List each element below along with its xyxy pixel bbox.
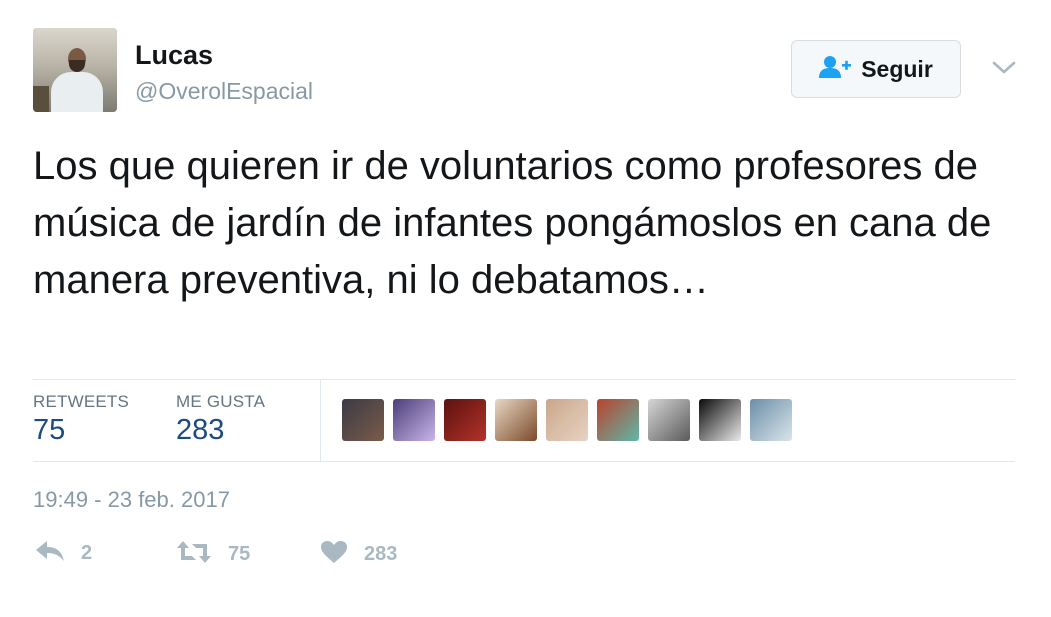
avatar-figure-body [51, 72, 103, 112]
stats-vertical-divider [320, 380, 321, 461]
liker-avatar-4[interactable] [495, 399, 537, 441]
stats-top-divider [33, 379, 1015, 380]
like-button[interactable]: 283 [320, 540, 397, 569]
liker-avatar-9[interactable] [750, 399, 792, 441]
stats-bottom-divider [33, 461, 1015, 462]
likes-value[interactable]: 283 [176, 414, 224, 447]
liker-avatar-1[interactable] [342, 399, 384, 441]
user-avatar[interactable] [33, 28, 117, 112]
retweets-label[interactable]: RETWEETS [33, 392, 129, 412]
follow-button-label: Seguir [861, 55, 933, 82]
follow-button[interactable]: Seguir [791, 40, 961, 98]
likes-label[interactable]: ME GUSTA [176, 392, 265, 412]
reply-count: 2 [81, 542, 93, 564]
avatar-detail [33, 86, 49, 112]
tweet-text: Los que quieren ir de voluntarios como p… [33, 144, 992, 302]
liker-avatar-5[interactable] [546, 399, 588, 441]
like-count: 283 [364, 543, 398, 565]
liker-avatar-3[interactable] [444, 399, 486, 441]
chevron-down-icon[interactable] [990, 56, 1018, 78]
liker-avatar-2[interactable] [393, 399, 435, 441]
liker-avatar-8[interactable] [699, 399, 741, 441]
user-name[interactable]: Lucas [135, 40, 213, 71]
retweet-count: 75 [228, 543, 251, 565]
add-user-icon [819, 55, 852, 84]
liker-avatar-7[interactable] [648, 399, 690, 441]
liker-avatars [342, 399, 792, 441]
heart-icon [320, 540, 348, 569]
user-handle[interactable]: @OverolEspacial [135, 78, 313, 105]
reply-icon [35, 540, 65, 567]
tweet-timestamp[interactable]: 19:49 - 23 feb. 2017 [33, 487, 230, 513]
retweet-icon [176, 540, 212, 569]
reply-button[interactable]: 2 [35, 540, 92, 567]
liker-avatar-6[interactable] [597, 399, 639, 441]
retweets-value[interactable]: 75 [33, 414, 65, 447]
retweet-button[interactable]: 75 [176, 540, 250, 569]
